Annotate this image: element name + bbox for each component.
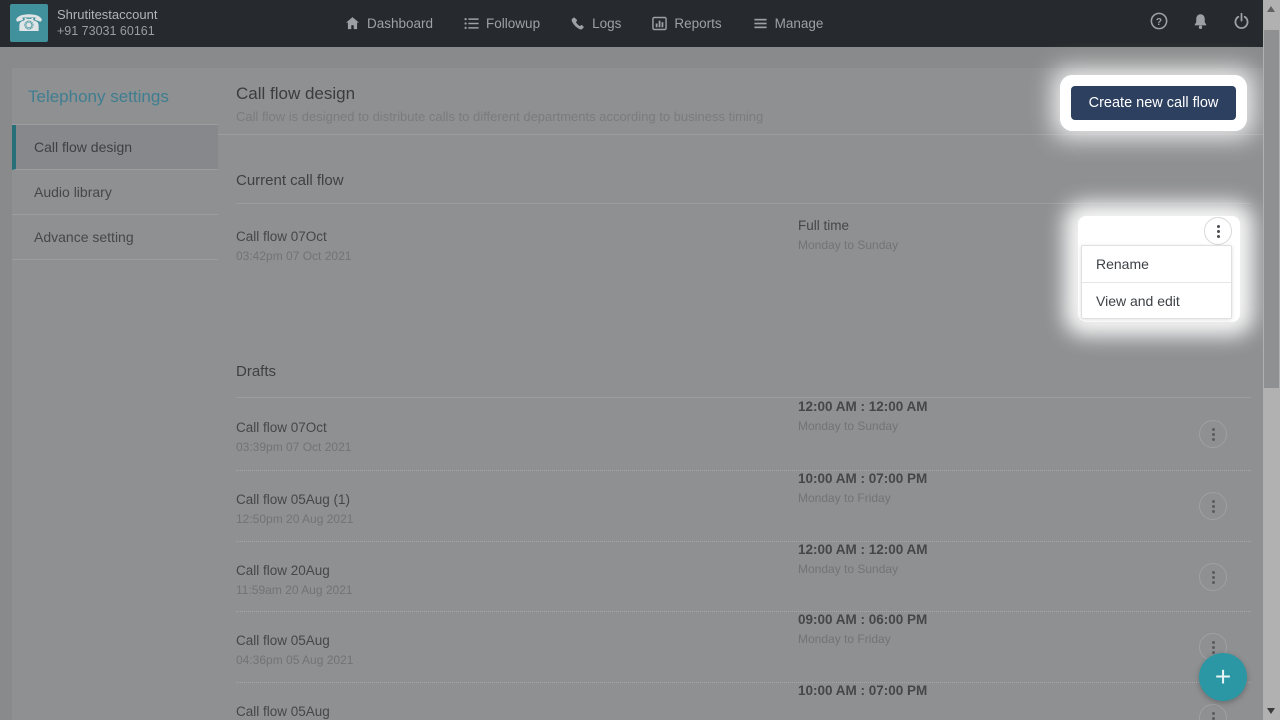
call-flow-timing: 12:00 AM : 12:00 AM: [798, 399, 1058, 414]
call-flow-name: Call flow 20Aug: [236, 563, 1251, 578]
call-flow-timing: 12:00 AM : 12:00 AM: [798, 542, 1058, 557]
context-menu-spotlight: Rename View and edit: [1078, 216, 1240, 322]
call-flow-name: Call flow 05Aug: [236, 704, 1251, 719]
account-menu[interactable]: ☎ Shrutitestaccount +91 73031 60161: [10, 4, 157, 42]
call-flow-date: 04:36pm 05 Aug 2021: [236, 653, 1251, 667]
svg-text:?: ?: [1156, 17, 1162, 28]
call-flow-date: 12:50pm 20 Aug 2021: [236, 512, 1251, 526]
scroll-up-arrow-icon[interactable]: [1267, 6, 1275, 12]
add-call-flow-fab[interactable]: +: [1199, 653, 1247, 701]
call-flow-days: Monday to Sunday: [798, 419, 1058, 433]
sidebar-item-advance-setting[interactable]: Advance setting: [12, 215, 218, 260]
draft-row: Call flow 07Oct 03:39pm 07 Oct 2021 12:0…: [236, 399, 1251, 454]
nav-item-manage[interactable]: Manage: [753, 16, 824, 31]
nav-label: Followup: [486, 16, 540, 31]
context-menu-item-view-and-edit[interactable]: View and edit: [1082, 282, 1231, 318]
phone-icon: ☎: [10, 4, 48, 42]
power-icon[interactable]: [1233, 13, 1250, 35]
menu-icon: [753, 16, 768, 31]
nav-item-followup[interactable]: Followup: [464, 16, 540, 31]
call-flow-date: 03:39pm 07 Oct 2021: [236, 440, 1251, 454]
context-menu-item-rename[interactable]: Rename: [1082, 246, 1231, 282]
scroll-down-arrow-icon[interactable]: [1267, 708, 1275, 714]
bell-icon[interactable]: [1192, 13, 1209, 35]
nav-label: Logs: [592, 16, 621, 31]
draft-row: Call flow 05Aug 10:00 AM : 07:00 PM: [236, 682, 1251, 720]
list-icon: [464, 16, 479, 31]
current-call-flow-heading: Current call flow: [236, 172, 344, 189]
nav-item-reports[interactable]: Reports: [652, 16, 721, 31]
call-flow-days: Monday to Sunday: [798, 238, 1058, 252]
bar-chart-icon: [652, 16, 667, 31]
draft-row: Call flow 20Aug 11:59am 20 Aug 2021 12:0…: [236, 541, 1251, 597]
call-flow-days: Monday to Friday: [798, 491, 1058, 505]
settings-sidebar: Telephony settings Call flow design Audi…: [12, 68, 218, 720]
row-kebab-menu-icon[interactable]: [1199, 563, 1227, 591]
home-icon: [345, 16, 360, 31]
create-new-call-flow-button[interactable]: Create new call flow: [1071, 86, 1236, 120]
drafts-heading: Drafts: [236, 363, 276, 380]
call-flow-timing: 09:00 AM : 06:00 PM: [798, 612, 1058, 627]
sidebar-title: Telephony settings: [12, 68, 218, 125]
phone-handset-icon: [571, 17, 585, 31]
main-panel: Call flow design Call flow is designed t…: [218, 68, 1263, 720]
call-flow-days: Monday to Friday: [798, 632, 1058, 646]
context-menu: Rename View and edit: [1081, 245, 1232, 319]
row-kebab-menu-icon[interactable]: [1199, 492, 1227, 520]
call-flow-timing: Full time: [798, 218, 1058, 233]
nav-label: Reports: [674, 16, 721, 31]
sidebar-item-audio-library[interactable]: Audio library: [12, 170, 218, 215]
account-name: Shrutitestaccount: [57, 6, 157, 24]
nav-label: Manage: [775, 16, 824, 31]
app-window: ☎ Shrutitestaccount +91 73031 60161 Dash…: [0, 0, 1280, 720]
draft-row: Call flow 05Aug 04:36pm 05 Aug 2021 09:0…: [236, 611, 1251, 667]
plus-icon: +: [1215, 663, 1231, 691]
help-icon[interactable]: ?: [1150, 12, 1168, 35]
account-info: Shrutitestaccount +91 73031 60161: [57, 6, 157, 40]
navbar-right-icons: ?: [1150, 0, 1250, 47]
scrollbar-thumb[interactable]: [1264, 30, 1279, 388]
call-flow-timing: 10:00 AM : 07:00 PM: [798, 471, 1058, 486]
call-flow-timing: 10:00 AM : 07:00 PM: [798, 683, 1058, 698]
top-navbar: ☎ Shrutitestaccount +91 73031 60161 Dash…: [0, 0, 1280, 47]
main-nav: Dashboard Followup Logs Reports: [345, 0, 823, 47]
nav-item-dashboard[interactable]: Dashboard: [345, 16, 433, 31]
nav-item-logs[interactable]: Logs: [571, 16, 621, 31]
row-kebab-menu-icon[interactable]: [1199, 420, 1227, 448]
section-divider: [236, 203, 1251, 204]
current-row-kebab-menu-icon[interactable]: [1204, 217, 1232, 245]
call-flow-name: Call flow 05Aug: [236, 633, 1251, 648]
vertical-scrollbar[interactable]: [1263, 0, 1280, 720]
call-flow-timing-block: Full time Monday to Sunday: [798, 218, 1058, 252]
call-flow-name: Call flow 07Oct: [236, 420, 1251, 435]
call-flow-days: Monday to Sunday: [798, 562, 1058, 576]
account-phone: +91 73031 60161: [57, 23, 157, 40]
section-divider: [236, 397, 1251, 398]
call-flow-date: 11:59am 20 Aug 2021: [236, 583, 1251, 597]
call-flow-name: Call flow 05Aug (1): [236, 492, 1251, 507]
sidebar-item-call-flow-design[interactable]: Call flow design: [12, 125, 218, 170]
nav-label: Dashboard: [367, 16, 433, 31]
draft-row: Call flow 05Aug (1) 12:50pm 20 Aug 2021 …: [236, 470, 1251, 526]
